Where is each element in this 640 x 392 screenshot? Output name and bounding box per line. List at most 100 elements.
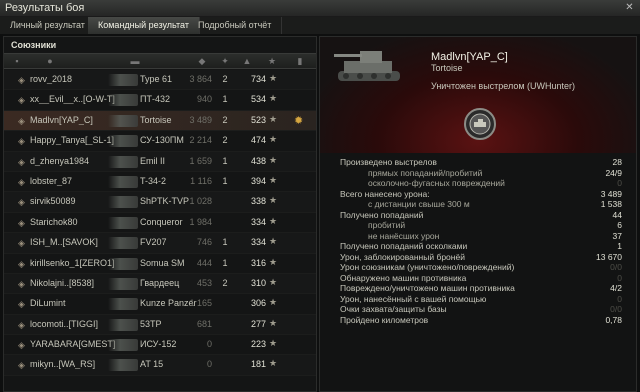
close-icon[interactable]: ✕ <box>623 2 636 14</box>
stat-value: 4/2 <box>610 283 622 293</box>
tank-icon <box>108 94 138 107</box>
damage-column-icon[interactable]: ◆ <box>196 56 208 67</box>
stat-value: 13 670 <box>596 251 622 262</box>
clan-icon: ◈ <box>18 197 25 208</box>
stat-label: с дистанции свыше 300 м <box>368 199 470 209</box>
table-row[interactable]: ◈ ISH_M..[SAVOK] FV207 746 1 334 ★ <box>4 233 316 254</box>
xp-cell: 338 <box>250 196 266 207</box>
tab-detailed-report[interactable]: Подробный отчёт <box>188 17 283 34</box>
player-tank-name: Tortoise <box>431 63 463 73</box>
xp-cell: 334 <box>250 216 266 227</box>
stat-value: 0 <box>617 178 622 188</box>
table-row[interactable]: ◈ kirillsenko_1[ZERO1] Somua SM 444 1 316 ★ <box>4 254 316 274</box>
tab-team-result[interactable]: Командный результат <box>88 17 200 34</box>
table-row[interactable]: ◈ lobster_87 T-34-2 1 116 1 394 ★ <box>4 172 316 193</box>
table-row[interactable]: ◈ sirvik50089 ShPTK-TVP 1 028 338 ★ <box>4 192 316 213</box>
stat-label: прямых попаданий/пробитий <box>368 167 483 178</box>
chat-icon[interactable]: ▪ <box>12 56 22 67</box>
star-icon: ★ <box>269 276 278 287</box>
detail-panel: Madlvn[YAP_C] Tortoise Уничтожен выстрел… <box>319 36 637 392</box>
table-row[interactable]: ◈ rovv_2018 Type 61 3 864 2 734 ★ <box>4 70 316 91</box>
star-icon: ★ <box>269 256 278 267</box>
stat-row: осколочно-фугасных повреждений 0 <box>320 178 636 189</box>
star-icon: ★ <box>269 215 278 226</box>
xp-cell: 310 <box>250 277 266 288</box>
clan-icon: ◈ <box>18 360 25 371</box>
xp-cell: 277 <box>250 318 266 329</box>
table-row[interactable]: ◈ Happy_Tanya[_SL-1] СУ-130ПМ 2 214 2 474 ★ <box>4 131 316 152</box>
tank-icon <box>108 196 138 209</box>
damage-cell: 453 <box>196 277 212 288</box>
tank-icon <box>108 114 138 127</box>
player-name: Madlvn[YAP_C] <box>431 51 508 63</box>
damage-cell: 444 <box>196 257 212 268</box>
tank-icon <box>108 135 138 148</box>
clan-icon: ◈ <box>18 95 25 106</box>
table-row[interactable]: ◈ mikyn..[WA_RS] AT 15 0 181 ★ <box>4 355 316 376</box>
stat-row: Урон союзникам (уничтожено/повреждений) 0… <box>320 262 636 273</box>
stat-label: пробитий <box>368 220 406 230</box>
table-row[interactable]: ◈ DiLumint Kunze Panzer 1 165 306 ★ <box>4 294 316 315</box>
tank-icon <box>108 257 138 270</box>
stat-row: Получено попаданий осколками 1 <box>320 241 636 252</box>
stats-list: Произведено выстрелов 28 прямых попаданий/… <box>320 157 636 325</box>
clan-icon: ◈ <box>18 176 25 187</box>
stat-value: 1 538 <box>600 199 622 209</box>
table-row[interactable]: ◈ locomoti..[TIGGI] 53TP 681 277 ★ <box>4 314 316 336</box>
tank-icon <box>108 74 138 86</box>
xp-cell: 734 <box>250 74 266 84</box>
stat-value: 1 <box>617 241 622 251</box>
team-rows: ◈ rovv_2018 Type 61 3 864 2 734 ★ ◈ xx__Evil__x.… <box>4 70 316 376</box>
table-row[interactable]: ◈ Starichok80 Conqueror 1 984 334 ★ <box>4 213 316 234</box>
xp-cell: 181 <box>250 359 266 370</box>
clan-icon: ◈ <box>18 115 25 126</box>
stat-value: 0 <box>617 272 622 283</box>
table-row[interactable]: ◈ d_zhenya1984 Emil II 1 659 1 438 ★ <box>4 151 316 172</box>
star-column-icon[interactable]: ★ <box>266 56 278 67</box>
table-row[interactable]: ◈ YARABARA[GMEST] ИСУ-152 0 223 ★ <box>4 335 316 356</box>
clan-icon: ◈ <box>18 75 25 85</box>
stat-label: Пройдено километров <box>340 314 429 325</box>
tab-personal-result[interactable]: Личный результат <box>0 17 96 34</box>
damage-cell: 3 489 <box>189 114 212 125</box>
clan-icon: ◈ <box>18 299 25 310</box>
stat-label: Всего нанесено урона: <box>340 188 430 199</box>
stat-row: Урон, заблокированный бронёй 13 670 <box>320 252 636 263</box>
xp-column-icon[interactable]: ▲ <box>240 56 254 67</box>
player-column-icon[interactable]: ● <box>44 56 56 67</box>
kills-cell: 1 <box>222 94 228 105</box>
stat-value: 0/0 <box>610 262 622 272</box>
table-row[interactable]: ◈ Nikolajni..[8538] Гвардеец 453 2 310 ★ <box>4 273 316 295</box>
stat-row: Урон, нанесённый с вашей помощью 0 <box>320 294 636 305</box>
tank-silhouette-icon <box>334 51 400 81</box>
stat-label: не нанёсших урон <box>368 230 440 241</box>
clan-icon: ◈ <box>18 258 25 269</box>
star-icon: ★ <box>269 174 278 185</box>
clan-icon: ◈ <box>18 136 25 147</box>
medal-icon[interactable] <box>463 107 497 141</box>
stat-label: Очки захвата/защиты базы <box>340 304 447 314</box>
damage-cell: 1 165 <box>189 298 212 309</box>
table-row[interactable]: ◈ Madlvn[YAP_C] Tortoise 3 489 2 523 ★ ✹ <box>4 110 316 132</box>
kills-column-icon[interactable]: ✦ <box>218 56 232 67</box>
stat-row: Получено попаданий 44 <box>320 210 636 221</box>
tank-icon <box>108 155 138 168</box>
tank-column-icon[interactable]: ▬ <box>124 56 146 67</box>
table-row[interactable]: ◈ xx__Evil__x..[O-W-T] ПТ-432 940 1 534 ★ <box>4 90 316 111</box>
kills-cell: 1 <box>222 237 228 248</box>
medal-column-icon[interactable]: ▮ <box>294 56 306 67</box>
damage-cell: 681 <box>196 318 212 329</box>
xp-cell: 474 <box>250 135 266 146</box>
stat-label: Произведено выстрелов <box>340 157 437 167</box>
stat-value: 0,78 <box>605 314 622 325</box>
xp-cell: 438 <box>250 155 266 166</box>
medal-icon[interactable]: ✹ <box>294 114 303 127</box>
xp-cell: 534 <box>250 94 266 105</box>
destroyed-status: Уничтожен выстрелом (UWHunter) <box>431 81 576 91</box>
kills-cell: 2 <box>222 114 228 125</box>
kills-cell: 2 <box>222 74 228 84</box>
stat-label: Обнаружено машин противника <box>340 272 467 283</box>
damage-cell: 0 <box>206 359 212 370</box>
tab-bar: Личный результат Командный результат Под… <box>0 17 640 34</box>
stat-row: Очки захвата/защиты базы 0/0 <box>320 304 636 315</box>
